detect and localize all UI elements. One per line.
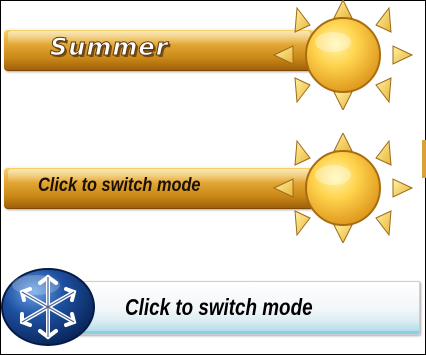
summer-mode-button[interactable]: Summer bbox=[0, 0, 426, 112]
summer-switch-button[interactable]: Click to switch mode bbox=[0, 131, 426, 245]
winter-switch-label: Click to switch mode bbox=[125, 294, 313, 320]
sun-icon bbox=[266, 131, 420, 245]
snowflake-icon bbox=[0, 267, 100, 347]
summer-label: Summer bbox=[50, 33, 169, 62]
sun-icon bbox=[266, 0, 420, 112]
winter-switch-button[interactable]: Click to switch mode bbox=[0, 260, 426, 355]
summer-switch-label: Click to switch mode bbox=[38, 175, 201, 196]
winter-switch-bar: Click to switch mode bbox=[52, 281, 420, 335]
